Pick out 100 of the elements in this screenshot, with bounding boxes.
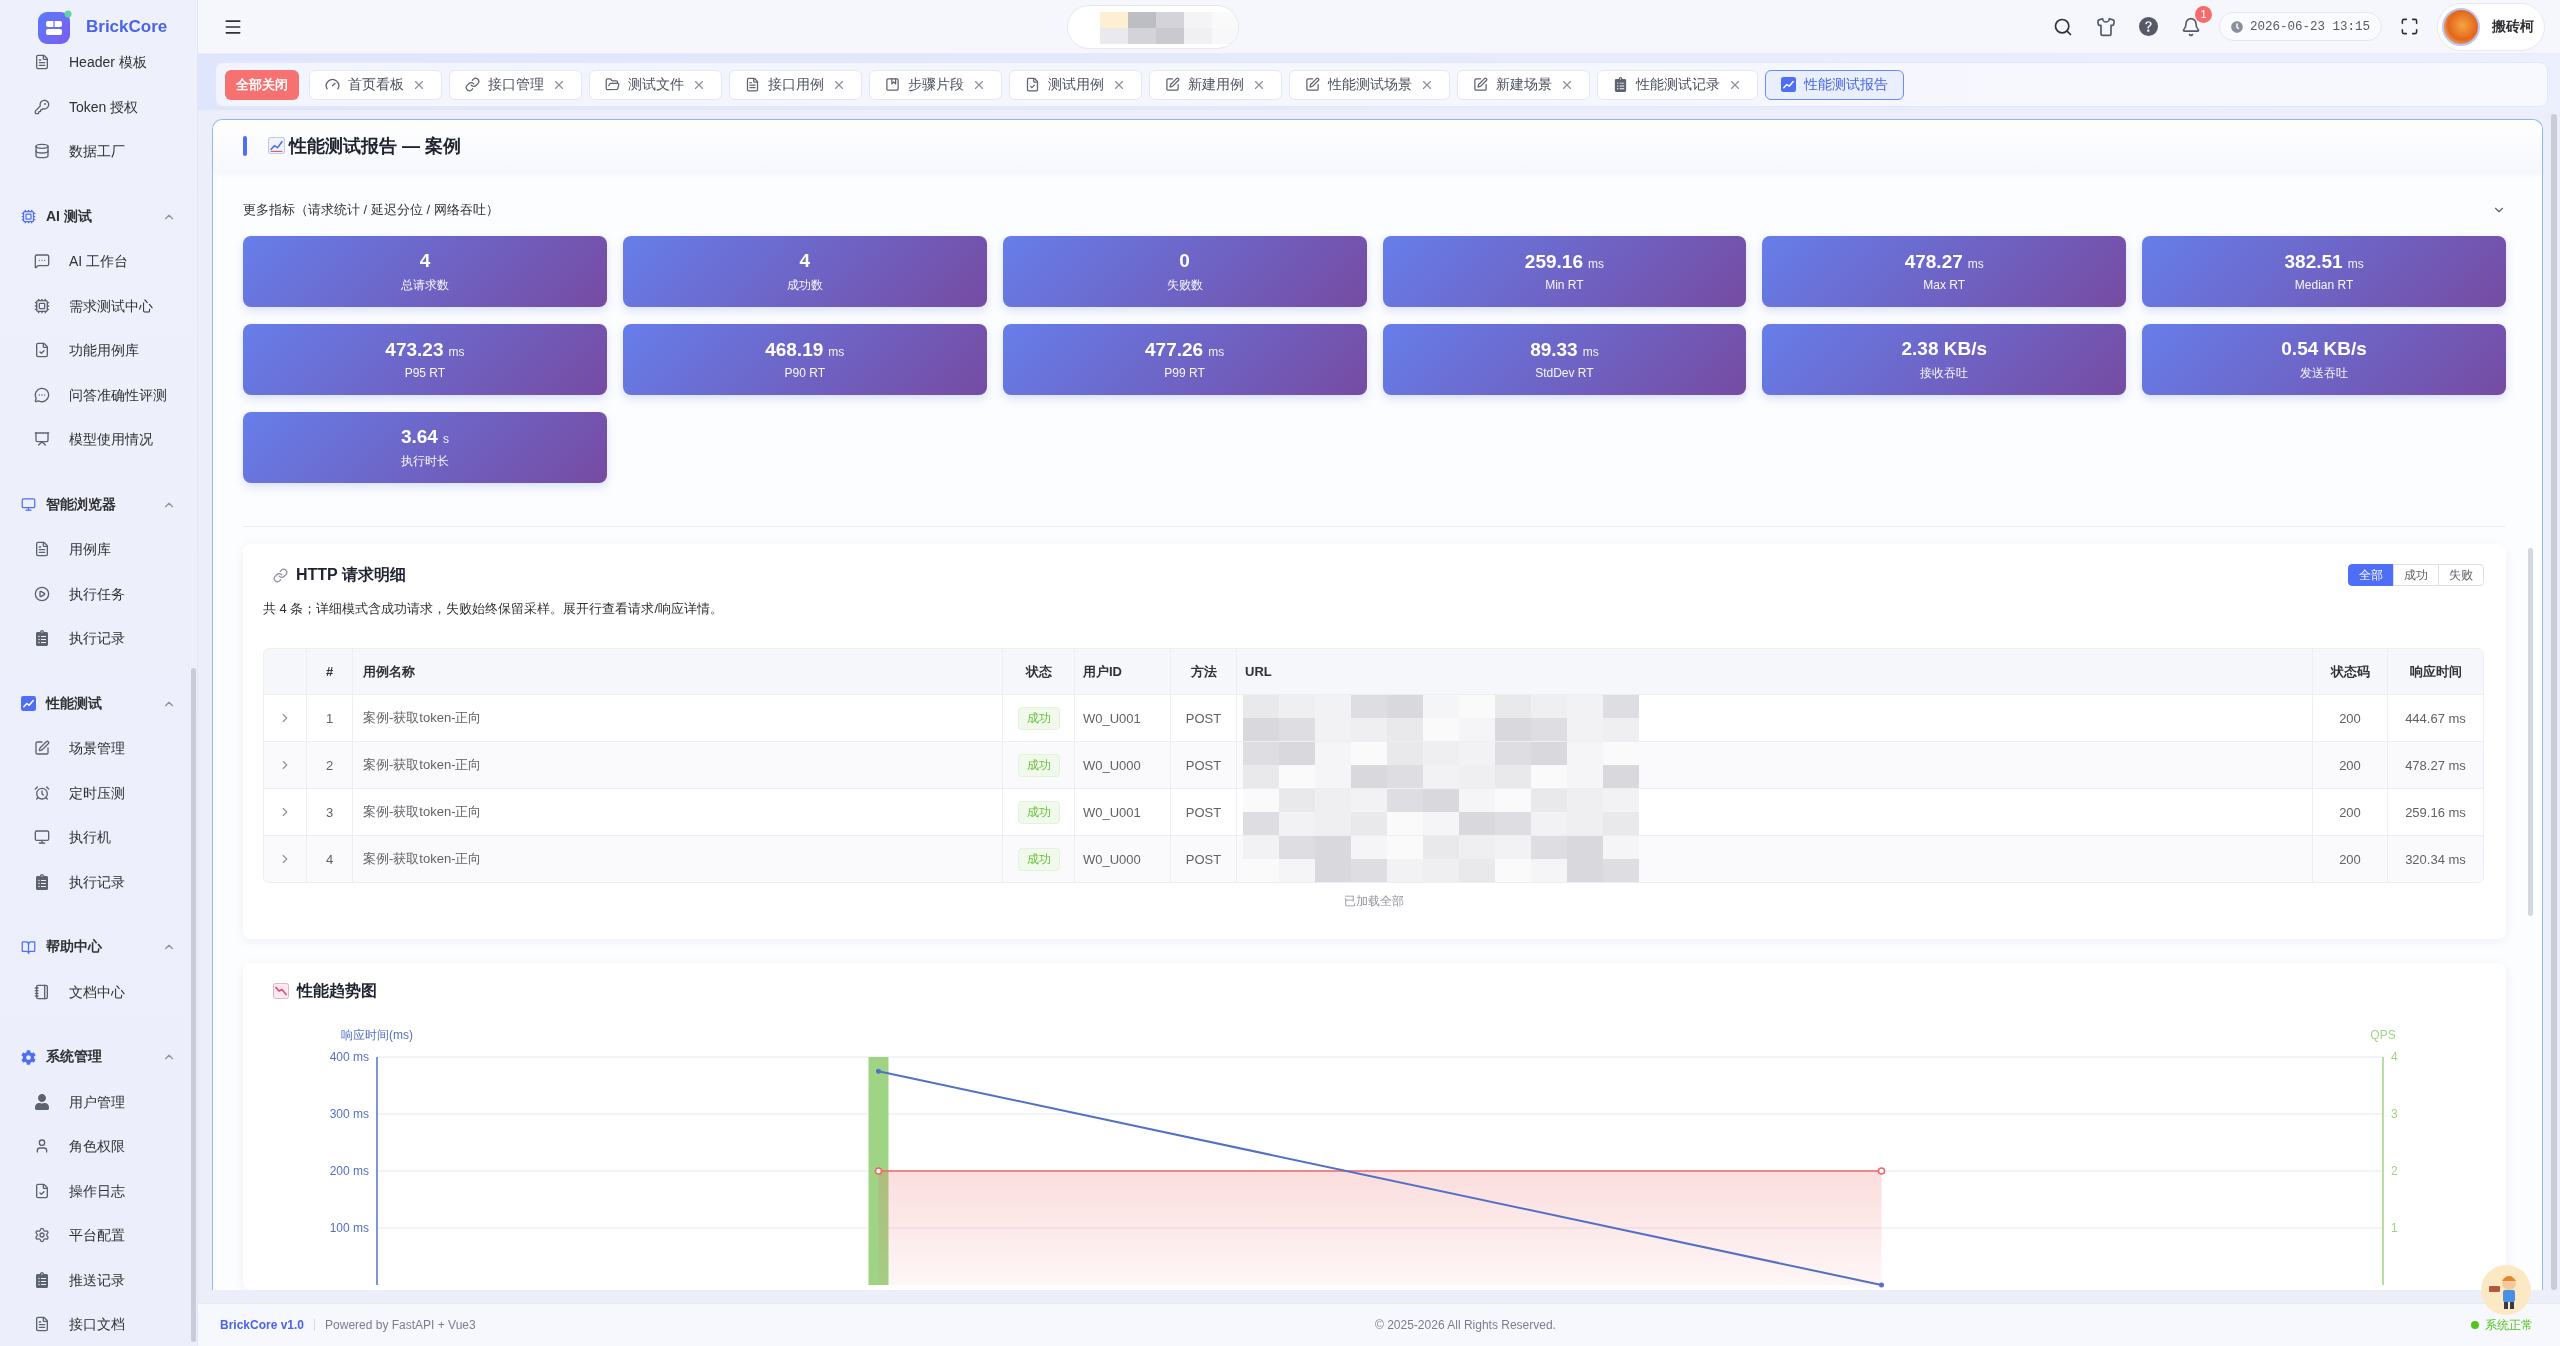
shirt-icon[interactable]: [2095, 16, 2116, 37]
menu-group-header[interactable]: 智能浏览器: [0, 482, 197, 527]
menu-group-header[interactable]: 性能测试: [0, 681, 197, 726]
menu-item[interactable]: 用例库: [0, 527, 197, 572]
menu-item[interactable]: 模型使用情况: [0, 417, 197, 462]
metric-value: 4: [799, 249, 811, 272]
tab[interactable]: 新建场景: [1457, 69, 1590, 100]
metric-unit: ms: [2347, 257, 2364, 271]
tab[interactable]: 接口管理: [449, 69, 582, 100]
menu-item[interactable]: 执行记录: [0, 616, 197, 661]
book-icon: [885, 77, 900, 92]
status-badge: 成功: [1017, 800, 1060, 824]
menu-item[interactable]: 数据工厂: [0, 129, 197, 174]
menu-item[interactable]: 需求测试中心: [0, 283, 197, 328]
metric-unit: s: [442, 431, 449, 446]
tab[interactable]: 性能测试报告: [1765, 69, 1904, 100]
database-icon: [34, 143, 50, 160]
menu-item[interactable]: 执行任务: [0, 571, 197, 616]
tab[interactable]: 步骤片段: [869, 69, 1002, 100]
help-icon[interactable]: [2138, 17, 2158, 36]
scrollbar-thumb[interactable]: [191, 668, 196, 1342]
menu-item[interactable]: 推送记录: [0, 1257, 197, 1302]
axis-title: QPS: [2370, 1028, 2396, 1042]
menu-item[interactable]: 操作日志: [0, 1168, 197, 1213]
metric-label: Median RT: [2294, 278, 2354, 292]
menu-item[interactable]: 文档中心: [0, 969, 197, 1014]
tab[interactable]: 测试文件: [589, 69, 722, 100]
menu-group-header[interactable]: 系统管理: [0, 1035, 197, 1080]
menu-item[interactable]: Token 授权: [0, 84, 197, 129]
menu-item[interactable]: 平台配置: [0, 1213, 197, 1258]
tab[interactable]: 首页看板: [309, 69, 442, 100]
scrollbar-thumb[interactable]: [2551, 114, 2557, 1290]
settings-icon: [34, 1227, 50, 1244]
footer-text: Powered by FastAPI + Vue3: [325, 1318, 476, 1332]
menu-item[interactable]: 执行机: [0, 815, 197, 860]
metric-value: 0: [1179, 249, 1190, 272]
tab[interactable]: 新建用例: [1149, 69, 1282, 100]
document-icon: [34, 1316, 50, 1333]
link-icon: [465, 77, 480, 92]
axis-tick-label: 4: [2391, 1050, 2398, 1064]
metric-value: 477.26: [1145, 339, 1204, 361]
menu-item[interactable]: AI 工作台: [0, 239, 197, 284]
presentation-icon: [34, 431, 50, 448]
menu-item[interactable]: 角色权限: [0, 1124, 197, 1169]
tab[interactable]: 性能测试场景: [1289, 69, 1450, 100]
tab[interactable]: 接口用例: [729, 69, 862, 100]
footer-brand: BrickCore v1.0: [220, 1318, 305, 1332]
fullscreen-icon[interactable]: [2400, 17, 2419, 36]
mascot-icon: [2481, 1265, 2531, 1315]
axis-tick-label: 300 ms: [329, 1107, 369, 1121]
metric-unit: ms: [1967, 257, 1984, 271]
edit-icon: [1305, 77, 1320, 92]
tab[interactable]: 性能测试记录: [1597, 69, 1758, 100]
table-row[interactable]: 3 案例-获取token-正向 成功 W0_U001 POST 200 259.16 ms: [264, 788, 2483, 835]
table-cell: 案例-获取token-正向: [352, 836, 1002, 882]
menu-item[interactable]: 定时压测: [0, 770, 197, 815]
menu-item[interactable]: 问答准确性评测: [0, 372, 197, 417]
metric-value: 382.51: [2284, 251, 2343, 273]
search-icon[interactable]: [2052, 16, 2073, 37]
scrollbar-thumb[interactable]: [2528, 548, 2533, 916]
clipboard-icon: [34, 630, 50, 647]
filter-button[interactable]: 全部: [2348, 564, 2394, 586]
table-row[interactable]: 2 案例-获取token-正向 成功 W0_U000 POST 200 478.27 ms: [264, 741, 2483, 788]
axis-tick-label: 1: [2391, 1221, 2398, 1235]
filter-button[interactable]: 失败: [2438, 564, 2484, 586]
menu-item[interactable]: 执行记录: [0, 859, 197, 904]
menu-item[interactable]: 功能用例库: [0, 328, 197, 373]
axis-tick-label: 2: [2391, 1164, 2398, 1178]
bell-icon[interactable]: [2180, 16, 2201, 37]
load-status-text: 已加载全部: [1343, 894, 1404, 908]
menu-group-header[interactable]: 帮助中心: [0, 925, 197, 970]
menu-item[interactable]: 用户管理: [0, 1079, 197, 1124]
metric-value: 89.33: [1530, 339, 1578, 361]
table-row[interactable]: 4 案例-获取token-正向 成功 W0_U000 POST 200 320.34 ms: [264, 835, 2483, 882]
menu-group-header[interactable]: AI 测试: [0, 194, 197, 239]
filter-button[interactable]: 成功: [2393, 564, 2439, 586]
metric-label: StdDev RT: [1535, 366, 1594, 380]
section-title: 性能趋势图: [297, 980, 377, 1001]
metric-value: 4: [419, 249, 431, 272]
menu-item[interactable]: 场景管理: [0, 726, 197, 771]
axis-tick-label: 3: [2391, 1107, 2398, 1121]
metric-label: Max RT: [1923, 278, 1966, 292]
page-title: 性能测试报告 — 案例: [289, 134, 461, 158]
monitor-icon: [21, 497, 36, 513]
table-cell: 4: [306, 836, 352, 882]
menu-item[interactable]: Header 模板: [0, 54, 197, 85]
section-toggle[interactable]: 更多指标（请求统计 / 延迟分位 / 网络吞吐）: [243, 198, 2506, 222]
status-badge: 成功: [1017, 753, 1060, 777]
tab[interactable]: 测试用例: [1009, 69, 1142, 100]
user-menu[interactable]: 搬砖柯: [2437, 2, 2545, 51]
chart-icon: [268, 137, 285, 154]
document-icon: [34, 541, 50, 558]
table-row[interactable]: 1 案例-获取token-正向 成功 W0_U001 POST 200 444.67 ms: [264, 694, 2483, 741]
menu-item[interactable]: 接口文档: [0, 1302, 197, 1346]
book-icon: [21, 939, 36, 955]
chip-icon: [34, 297, 50, 314]
file-check-icon: [34, 1182, 50, 1199]
file-check-icon: [1025, 77, 1040, 92]
clipboard-icon: [1613, 77, 1628, 92]
metric-unit: ms: [1587, 257, 1604, 271]
